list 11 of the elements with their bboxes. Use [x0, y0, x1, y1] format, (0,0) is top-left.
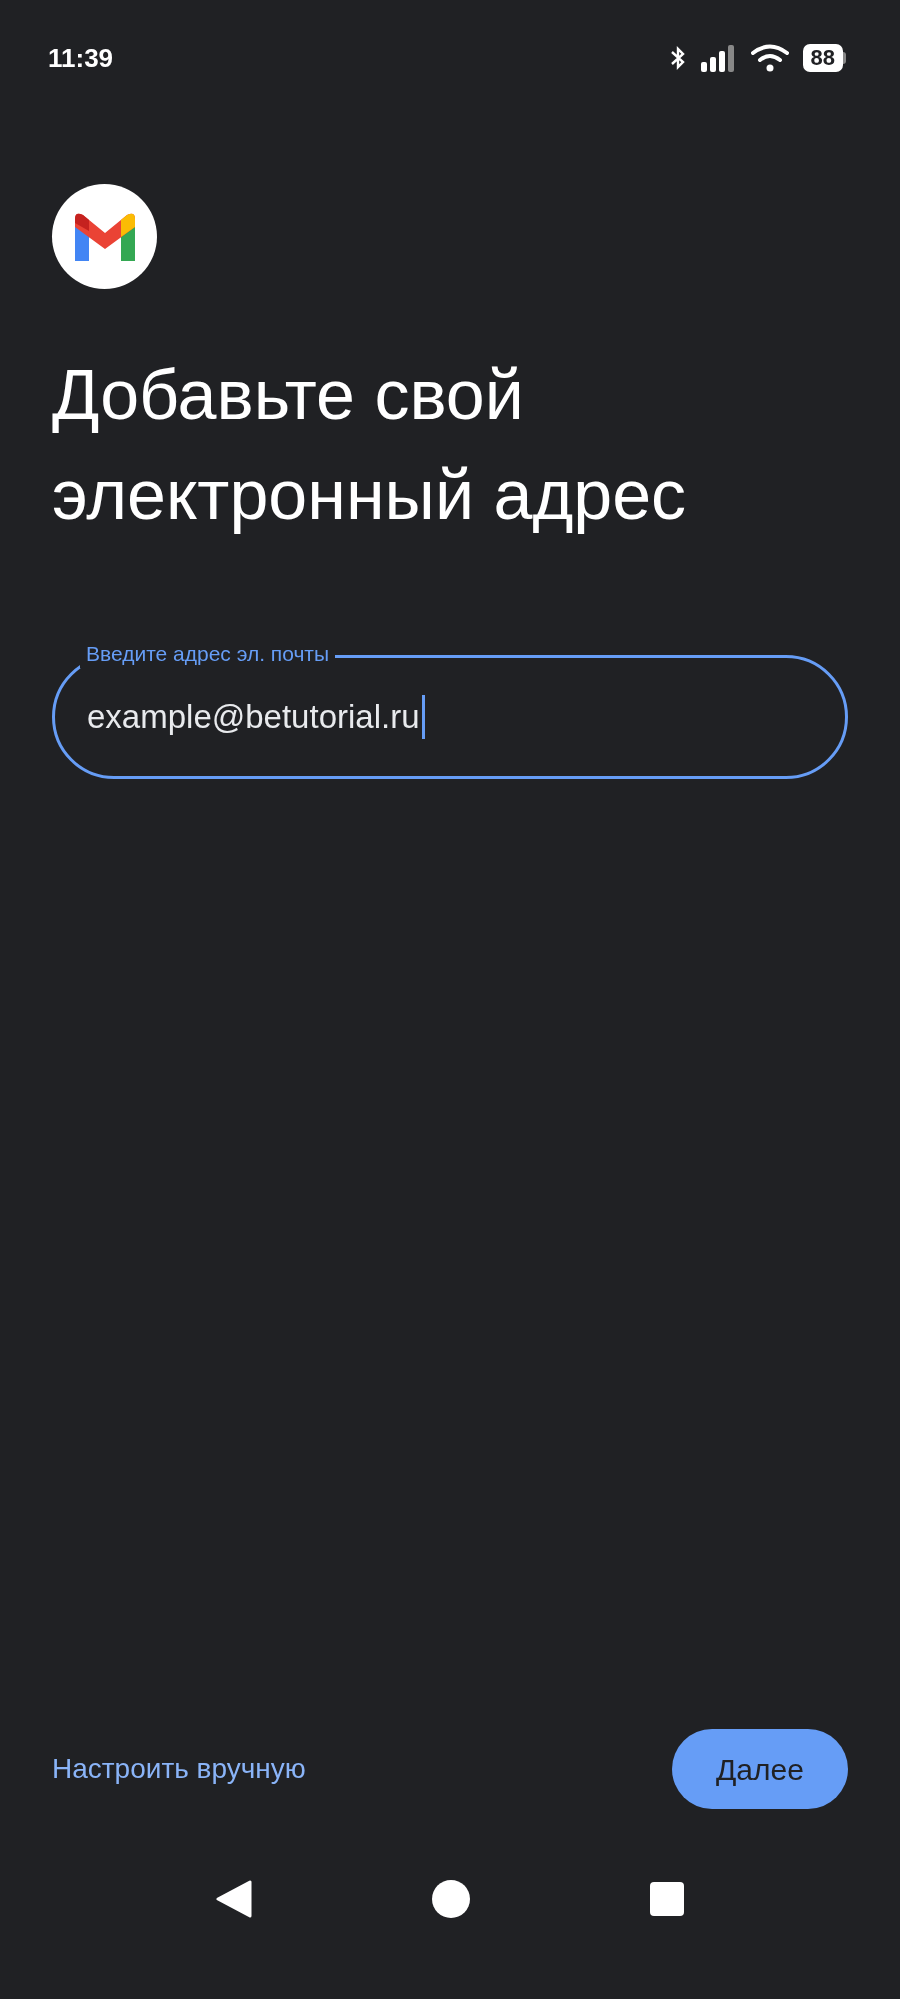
next-button[interactable]: Далее — [672, 1729, 848, 1809]
wifi-icon — [750, 44, 789, 72]
signal-icon — [700, 44, 737, 72]
page-title: Добавьте свой электронный адрес — [51, 355, 688, 536]
back-icon[interactable] — [216, 1880, 252, 1918]
manual-setup-link[interactable]: Настроить вручную — [52, 1748, 306, 1790]
text-cursor — [421, 695, 425, 739]
battery-icon: 88 — [802, 44, 846, 72]
field-value: example@betutorial.ru — [87, 697, 420, 738]
home-icon[interactable] — [432, 1880, 470, 1918]
status-time: 11:39 — [48, 41, 114, 75]
